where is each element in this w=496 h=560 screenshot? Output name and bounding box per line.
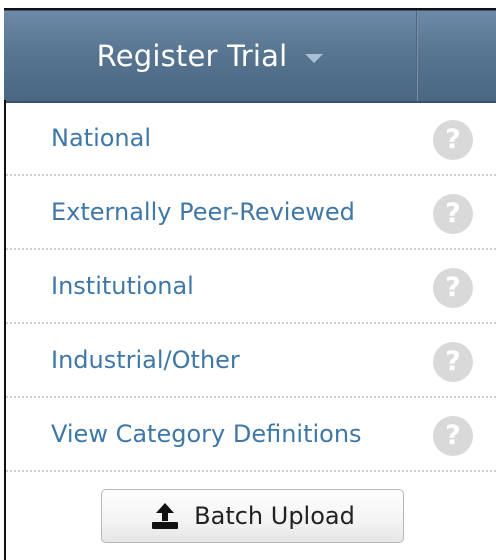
menu-item-label[interactable]: National (51, 124, 151, 152)
upload-icon (152, 503, 179, 529)
menu-item-label[interactable]: View Category Definitions (51, 420, 362, 448)
menu-item-view-category-definitions[interactable]: View Category Definitions ? (6, 398, 496, 472)
register-trial-dropdown[interactable]: Register Trial (4, 11, 416, 101)
menu-item-label[interactable]: Institutional (51, 272, 194, 300)
batch-upload-label: Batch Upload (194, 502, 355, 530)
header-next-tab[interactable] (418, 11, 496, 101)
menu-item-institutional[interactable]: Institutional ? (6, 250, 496, 324)
batch-upload-button[interactable]: Batch Upload (101, 489, 404, 543)
register-trial-menu: National ? Externally Peer-Reviewed ? In… (6, 102, 496, 472)
register-trial-header[interactable]: Register Trial (4, 10, 496, 103)
help-icon[interactable]: ? (433, 194, 473, 234)
chevron-down-icon (305, 53, 324, 63)
help-icon[interactable]: ? (433, 416, 473, 456)
menu-item-label[interactable]: Externally Peer-Reviewed (51, 198, 355, 226)
menu-item-national[interactable]: National ? (6, 102, 496, 176)
help-icon[interactable]: ? (433, 342, 473, 382)
header-title: Register Trial (96, 39, 288, 73)
register-trial-panel: Register Trial National ? Externally Pee… (0, 0, 496, 560)
help-icon[interactable]: ? (433, 268, 473, 308)
help-icon[interactable]: ? (433, 120, 473, 160)
menu-item-industrial-other[interactable]: Industrial/Other ? (6, 324, 496, 398)
menu-item-label[interactable]: Industrial/Other (51, 346, 240, 374)
menu-item-externally-peer-reviewed[interactable]: Externally Peer-Reviewed ? (6, 176, 496, 250)
